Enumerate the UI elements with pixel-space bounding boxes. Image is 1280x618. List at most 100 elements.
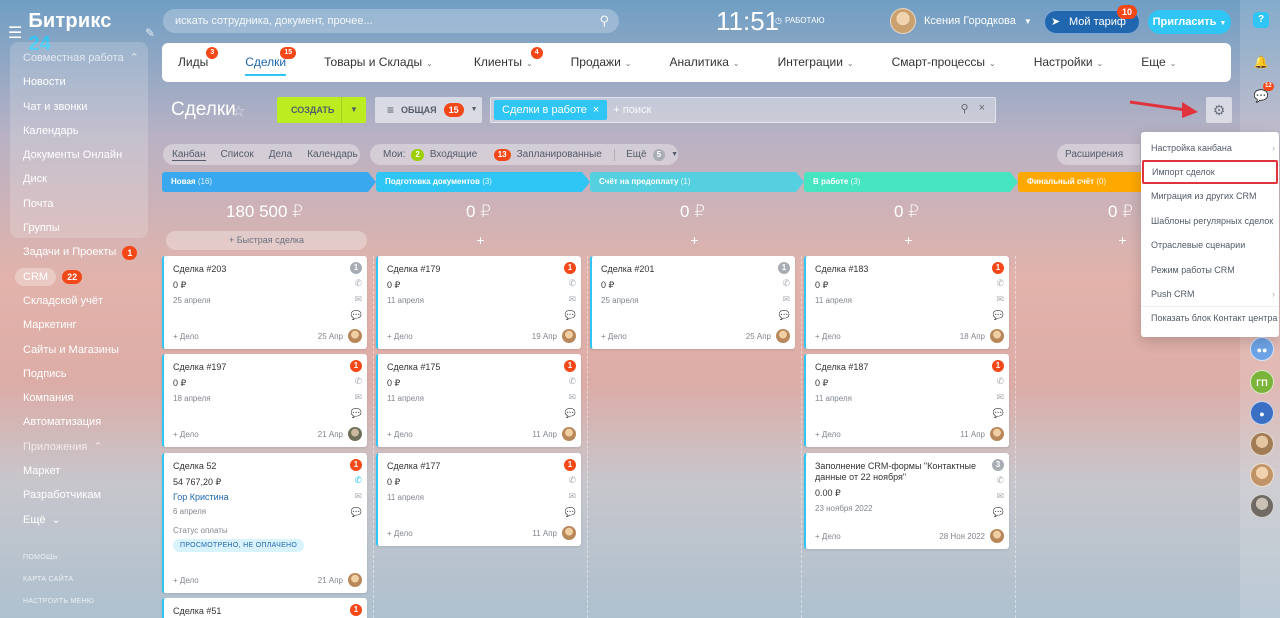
add-activity-button[interactable]: + Дело — [173, 576, 318, 585]
sidebar-item-9[interactable]: CRM 22 — [15, 265, 139, 289]
deal-title[interactable]: Сделка #51 — [173, 606, 343, 617]
sidebar-item-0[interactable]: Совместная работа ⌃ — [23, 46, 139, 70]
sidebar-footer-link[interactable]: ПОМОЩЬ — [23, 552, 94, 574]
sidebar-item-7[interactable]: Группы — [23, 216, 139, 240]
phone-icon[interactable]: ✆ — [568, 278, 576, 289]
deal-card[interactable]: Сделка #51 1 — [162, 598, 367, 618]
quick-deal-button[interactable]: + — [594, 231, 795, 250]
column-header[interactable]: Новая (16) — [162, 172, 376, 192]
activity-counter-badge[interactable]: 1 — [992, 262, 1004, 274]
deal-title[interactable]: Сделка #183 — [815, 264, 985, 275]
avatar[interactable] — [990, 529, 1004, 543]
quick-deal-button[interactable]: + Быстрая сделка — [166, 231, 367, 250]
add-activity-button[interactable]: + Дело — [173, 332, 318, 341]
search-input[interactable]: искать сотрудника, документ, прочее... ⚲ — [163, 9, 619, 33]
deal-card[interactable]: Сделка #177 0 ₽ 11 апреля 1 ✆ ✉ 💬 + Дело 11 Апр — [376, 453, 581, 546]
deal-title[interactable]: Сделка #187 — [815, 362, 985, 373]
filter-chip[interactable]: Сделки в работе × — [494, 100, 608, 120]
phone-icon[interactable]: ✆ — [782, 278, 790, 289]
phone-icon[interactable]: ✆ — [354, 278, 362, 289]
search-icon[interactable]: ⚲ — [961, 102, 969, 115]
chevron-up-icon[interactable]: ⌃ — [93, 435, 102, 459]
tab-6[interactable]: Интеграции ⌄ — [778, 43, 854, 82]
tab-0[interactable]: Лиды 3 — [178, 43, 219, 82]
settings-menu-item-0[interactable]: Настройка канбана › — [1141, 136, 1279, 160]
deal-title[interactable]: Сделка #175 — [387, 362, 557, 373]
view-3[interactable]: Календарь — [307, 149, 357, 160]
mail-icon[interactable]: ✉ — [996, 491, 1004, 502]
filter-preset-button[interactable]: ≡ ОБЩАЯ 15 ▼ — [375, 97, 482, 123]
deal-title[interactable]: Заполнение CRM-формы "Контактные данные … — [815, 461, 985, 483]
phone-icon[interactable]: ✆ — [568, 376, 576, 387]
avatar[interactable] — [562, 329, 576, 343]
sidebar-footer-link[interactable]: КАРТА САЙТА — [23, 574, 94, 596]
mail-icon[interactable]: ✉ — [996, 392, 1004, 403]
sidebar-footer-link[interactable]: НАСТРОИТЬ МЕНЮ — [23, 596, 94, 618]
tab-9[interactable]: Еще ⌄ — [1141, 43, 1176, 82]
sidebar-item-17[interactable]: Маркет — [23, 459, 139, 483]
avatar[interactable] — [990, 329, 1004, 343]
mail-icon[interactable]: ✉ — [354, 294, 362, 305]
contact-avatar-1[interactable] — [1250, 432, 1274, 456]
clear-icon[interactable]: × — [979, 102, 985, 115]
chevron-down-icon[interactable]: ▼ — [341, 97, 366, 123]
quick-deal-button[interactable]: + — [380, 231, 581, 250]
activity-counter-badge[interactable]: 1 — [350, 360, 362, 372]
work-status[interactable]: ◷ РАБОТАЮ — [775, 16, 825, 25]
phone-icon[interactable]: ✆ — [996, 475, 1004, 486]
mail-icon[interactable]: ✉ — [782, 294, 790, 305]
bell-icon[interactable]: 🔔 — [1251, 52, 1271, 72]
chat-icon[interactable]: 💬 — [565, 507, 576, 518]
user-menu[interactable]: Ксения Городкова ▼ — [890, 8, 1032, 34]
column-header[interactable]: Подготовка документов (3) — [376, 172, 590, 192]
team-avatar[interactable]: ● — [1250, 401, 1274, 425]
deal-title[interactable]: Сделка #177 — [387, 461, 557, 472]
chat-icon[interactable]: 💬 — [351, 310, 362, 321]
phone-icon[interactable]: ✆ — [354, 475, 362, 486]
chat-icon[interactable]: 💬 — [779, 310, 790, 321]
contact-avatar-3[interactable] — [1250, 494, 1274, 518]
activity-counter-badge[interactable]: 1 — [350, 459, 362, 471]
phone-icon[interactable]: ✆ — [996, 376, 1004, 387]
sidebar-item-2[interactable]: Чат и звонки — [23, 95, 139, 119]
chat-icon[interactable]: 💬 — [565, 310, 576, 321]
avatar[interactable] — [990, 427, 1004, 441]
more-counters-count[interactable]: 5 — [652, 148, 666, 161]
sidebar-item-5[interactable]: Диск — [23, 167, 139, 191]
column-header[interactable]: В работе (3) — [804, 172, 1018, 192]
avatar[interactable] — [776, 329, 790, 343]
deal-contact-link[interactable]: Гор Кристина — [173, 492, 367, 502]
deal-title[interactable]: Сделка #179 — [387, 264, 557, 275]
add-activity-button[interactable]: + Дело — [601, 332, 746, 341]
chat-icon[interactable]: 💬 12 — [1251, 82, 1274, 106]
add-activity-button[interactable]: + Дело — [387, 529, 532, 538]
sidebar-item-11[interactable]: Маркетинг — [23, 313, 139, 337]
deal-card[interactable]: Сделка 52 54 767,20 ₽ Гор Кристина 6 апреля… — [162, 453, 367, 593]
star-icon[interactable]: ☆ — [232, 102, 245, 120]
settings-menu-item-6[interactable]: Push CRM › — [1141, 282, 1279, 306]
sidebar-item-19[interactable]: Ещё ⌄ — [23, 508, 139, 532]
phone-icon[interactable]: ✆ — [568, 475, 576, 486]
settings-menu-item-2[interactable]: Миграция из других CRM — [1141, 184, 1279, 208]
activity-counter-badge[interactable]: 1 — [778, 262, 790, 274]
sidebar-item-10[interactable]: Складской учёт — [23, 289, 139, 313]
view-0[interactable]: Канбан — [172, 149, 206, 161]
chat-icon[interactable]: 💬 — [993, 408, 1004, 419]
add-activity-button[interactable]: + Дело — [387, 332, 532, 341]
tab-1[interactable]: Сделки 15 — [245, 43, 297, 82]
chat-icon[interactable]: 💬 — [351, 507, 362, 518]
settings-menu-item-7[interactable]: Показать блок Контакт центра — [1141, 306, 1279, 330]
activity-counter-badge[interactable]: 1 — [564, 459, 576, 471]
edit-icon[interactable]: ✎ — [145, 26, 155, 40]
sidebar-item-1[interactable]: Новости — [23, 70, 139, 94]
settings-menu-item-3[interactable]: Шаблоны регулярных сделок — [1141, 209, 1279, 233]
avatar[interactable] — [890, 8, 916, 34]
sidebar-item-18[interactable]: Разработчикам — [23, 483, 139, 507]
phone-icon[interactable]: ✆ — [996, 278, 1004, 289]
tab-7[interactable]: Смарт-процессы ⌄ — [892, 43, 996, 82]
my-tariff-button[interactable]: ➤ Мой тариф 10 — [1044, 5, 1140, 34]
avatar[interactable] — [348, 329, 362, 343]
tab-4[interactable]: Продажи ⌄ — [571, 43, 632, 82]
help-icon[interactable]: ? — [1253, 12, 1269, 28]
incoming-label[interactable]: Входящие — [430, 149, 477, 160]
